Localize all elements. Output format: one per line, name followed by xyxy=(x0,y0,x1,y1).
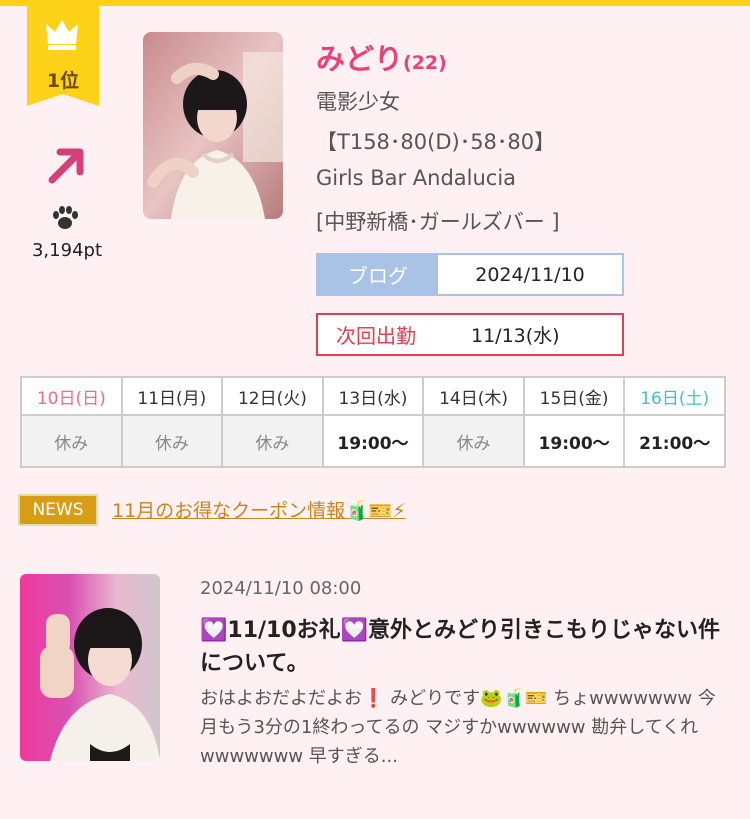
schedule-day: 13日(水) xyxy=(321,376,425,416)
news-badge: NEWS xyxy=(18,494,98,526)
name-row[interactable]: みどり(22) xyxy=(316,36,447,78)
profile-age: (22) xyxy=(403,52,447,74)
next-shift-label: 次回出勤 xyxy=(336,324,416,348)
post-thumbnail[interactable] xyxy=(20,574,160,761)
schedule-slot: 休み xyxy=(221,414,324,468)
top-accent-line xyxy=(0,0,750,6)
schedule-slots-row: 休み 休み 休み 19:00〜 休み 19:00〜 21:00〜 xyxy=(20,414,726,468)
post-date: 2024/11/10 08:00 xyxy=(200,578,362,599)
next-shift-date: 11/13(水) xyxy=(471,325,560,347)
schedule-day: 14日(木) xyxy=(422,376,525,416)
profile-measurements: 【T158･80(D)･58･80】 xyxy=(316,130,556,154)
news-link[interactable]: 11月のお得なクーポン情報🧃🎫⚡ xyxy=(112,496,406,523)
schedule-day: 10日(日) xyxy=(20,376,123,416)
schedule-day: 11日(月) xyxy=(120,376,224,416)
next-shift-box[interactable]: 次回出勤 11/13(水) xyxy=(316,313,624,356)
schedule-day: 15日(金) xyxy=(522,376,626,416)
trend-up-arrow-icon xyxy=(48,148,84,184)
profile-type: 電影少女 xyxy=(316,90,400,114)
schedule-slot: 休み xyxy=(120,414,224,468)
paw-icon xyxy=(53,206,78,229)
schedule-days-row: 10日(日) 11日(月) 12日(火) 13日(水) 14日(木) 15日(金… xyxy=(20,376,726,416)
profile-shop[interactable]: Girls Bar Andalucia xyxy=(316,166,516,190)
rank-points: 3,194pt xyxy=(31,240,102,261)
schedule-slot: 21:00〜 xyxy=(623,414,726,468)
blog-button[interactable]: ブログ 2024/11/10 xyxy=(316,253,624,296)
profile-photo[interactable] xyxy=(143,32,283,219)
blog-label: ブログ xyxy=(318,255,438,294)
profile-name[interactable]: みどり xyxy=(316,42,403,76)
blog-date: 2024/11/10 xyxy=(475,263,585,286)
schedule-day: 16日(土) xyxy=(623,376,726,416)
post-excerpt: おはよおだよだよお❗️ みどりです🐸🧃🎫 ちょwwwwwww 今月もう3分の1終… xyxy=(200,688,716,767)
rank-label: 1位 xyxy=(46,70,80,92)
schedule-table: 10日(日) 11日(月) 12日(火) 13日(水) 14日(木) 15日(金… xyxy=(20,376,726,468)
post-title[interactable]: 💟11/10お礼💟意外とみどり引きこもりじゃない件について。 xyxy=(200,614,730,680)
profile-area: [中野新橋･ガールズバー ] xyxy=(316,210,560,234)
crown-icon xyxy=(46,20,78,50)
schedule-slot: 19:00〜 xyxy=(321,414,425,468)
schedule-slot: 休み xyxy=(20,414,123,468)
schedule-slot: 休み xyxy=(422,414,525,468)
schedule-day: 12日(火) xyxy=(221,376,324,416)
schedule-slot: 19:00〜 xyxy=(522,414,626,468)
